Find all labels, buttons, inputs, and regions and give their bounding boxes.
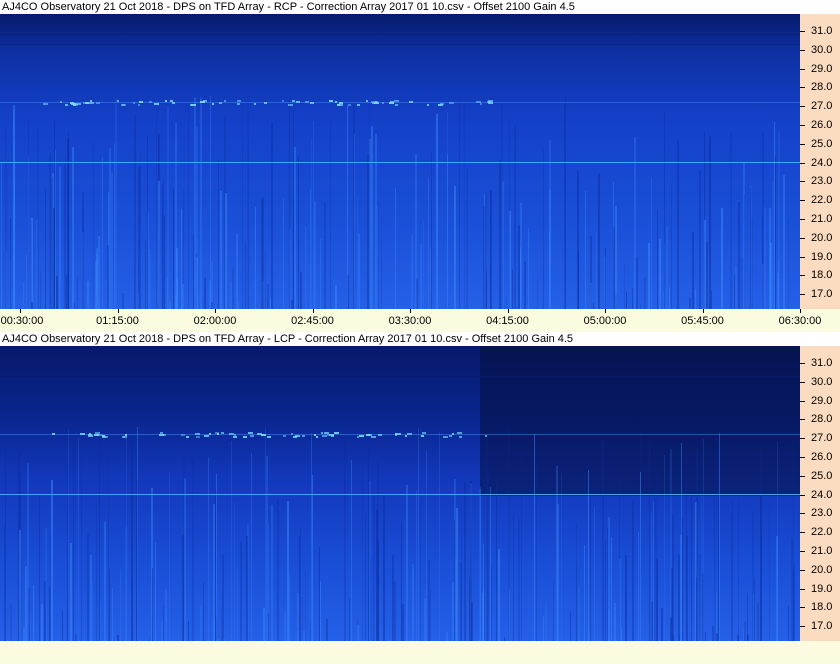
time-label: 00:30:00	[0, 315, 44, 327]
freq-label: 25.0	[811, 469, 833, 482]
freq-tick	[800, 381, 805, 383]
freq-tick	[800, 294, 805, 296]
freq-label: 19.0	[811, 582, 833, 595]
freq-tick	[800, 237, 805, 239]
time-label: 05:45:00	[681, 315, 724, 327]
panel-title-rcp: AJ4CO Observatory 21 Oct 2018 - DPS on T…	[0, 0, 840, 14]
freq-tick	[800, 419, 805, 421]
freq-tick	[800, 551, 805, 552]
spectrogram-lcp	[0, 346, 800, 641]
freq-label: 29.0	[811, 62, 833, 75]
freq-label: 17.0	[811, 288, 833, 301]
freq-tick	[800, 143, 805, 145]
freq-tick	[800, 400, 805, 402]
freq-tick	[800, 275, 805, 277]
status-bar	[0, 641, 840, 664]
freq-tick	[800, 513, 805, 515]
freq-label: 21.0	[811, 213, 833, 225]
time-tick	[605, 309, 606, 313]
spectrogram-image	[0, 346, 800, 641]
freq-tick	[800, 457, 805, 458]
freq-tick	[800, 532, 805, 534]
freq-tick	[800, 106, 805, 108]
freq-tick	[800, 31, 805, 32]
freq-label: 23.0	[811, 175, 833, 188]
freq-label: 29.0	[811, 394, 833, 407]
time-label: 02:00:00	[193, 315, 237, 327]
freq-tick	[800, 475, 805, 477]
freq-tick	[800, 438, 805, 440]
time-tick	[20, 309, 21, 313]
freq-label: 18.0	[811, 601, 833, 614]
freq-tick	[800, 588, 805, 590]
freq-tick	[800, 256, 805, 258]
time-tick	[215, 309, 216, 313]
freq-tick	[800, 569, 805, 571]
time-tick	[410, 309, 411, 313]
freq-label: 30.0	[811, 375, 833, 388]
time-axis: 00:30:00 01:15:00 02:00:00 02:45:00 03:30:00…	[0, 309, 840, 329]
freq-label: 21.0	[811, 545, 833, 557]
freq-label: 31.0	[811, 25, 833, 37]
freq-tick	[800, 181, 805, 183]
freq-label: 24.0	[811, 156, 833, 169]
freq-label: 22.0	[811, 526, 833, 539]
freq-tick	[800, 626, 805, 628]
freq-label: 31.0	[811, 357, 833, 369]
freq-label: 28.0	[811, 413, 833, 426]
freq-label: 22.0	[811, 194, 833, 207]
time-tick	[117, 309, 119, 313]
freq-label: 18.0	[811, 269, 833, 282]
freq-label: 20.0	[811, 231, 833, 244]
spectrogram-rcp	[0, 14, 800, 309]
time-label: 03:30:00	[388, 315, 432, 327]
freq-label: 24.0	[811, 488, 833, 501]
freq-label: 25.0	[811, 137, 833, 150]
freq-label: 17.0	[811, 620, 833, 633]
freq-label: 26.0	[811, 119, 833, 131]
freq-tick	[800, 125, 805, 126]
freq-label: 26.0	[811, 451, 833, 463]
freq-label: 28.0	[811, 81, 833, 94]
freq-label: 20.0	[811, 563, 833, 576]
freq-tick	[800, 162, 805, 164]
time-tick	[702, 309, 704, 313]
freq-tick	[800, 494, 805, 496]
freq-label: 19.0	[811, 250, 833, 263]
freq-label: 23.0	[811, 507, 833, 520]
freq-label: 27.0	[811, 100, 833, 113]
freq-tick	[800, 200, 805, 202]
freq-tick	[800, 87, 805, 89]
time-label: 04:15:00	[486, 315, 529, 327]
spectrogram-image	[0, 14, 800, 309]
freq-label: 30.0	[811, 43, 833, 56]
time-label: 02:45:00	[291, 315, 334, 327]
time-label: 06:30:00	[778, 315, 822, 327]
time-tick	[312, 309, 314, 313]
time-label: 01:15:00	[96, 315, 139, 327]
freq-tick	[800, 607, 805, 609]
freq-label: 27.0	[811, 432, 833, 445]
freq-tick	[800, 219, 805, 220]
time-tick	[507, 309, 509, 313]
freq-tick	[800, 49, 805, 51]
frequency-axis-rcp: 31.0 30.0 29.0 28.0 27.0 26.0 25.0 24.0 23.0 22.0…	[800, 14, 840, 309]
time-tick	[800, 309, 801, 313]
time-label: 05:00:00	[583, 315, 627, 327]
freq-tick	[800, 68, 805, 70]
frequency-axis-lcp: 31.0 30.0 29.0 28.0 27.0 26.0 25.0 24.0 23.0 22.0…	[800, 346, 840, 641]
freq-tick	[800, 363, 805, 364]
panel-title-lcp: AJ4CO Observatory 21 Oct 2018 - DPS on T…	[0, 332, 840, 346]
